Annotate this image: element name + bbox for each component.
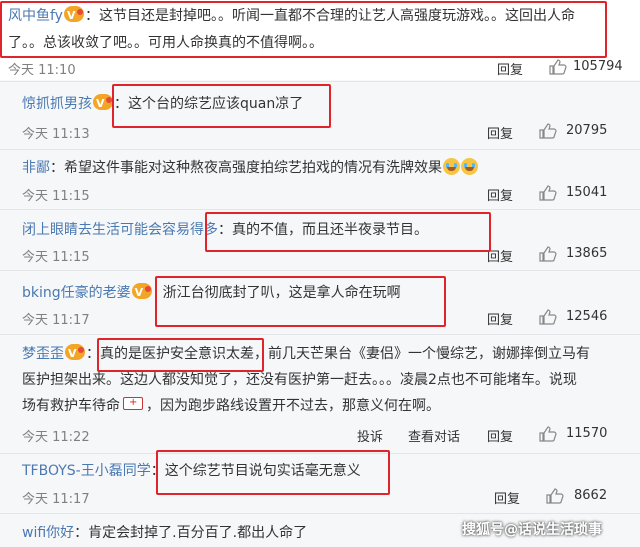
comment-time: 今天 11:17 <box>22 492 90 507</box>
reply-button[interactable]: 回复 <box>487 123 513 142</box>
comment-list: 风中鱼fy：这节目还是封掉吧。。听闻一直都不合理的让艺人高强度玩游戏。。这回出人… <box>0 0 640 547</box>
comment-time: 今天 11:15 <box>22 189 90 204</box>
like-thumb-icon[interactable] <box>539 426 557 442</box>
like-count: 15041 <box>566 185 608 200</box>
username-link[interactable]: 梦歪歪 <box>22 346 64 362</box>
like-thumb-icon[interactable] <box>549 59 567 75</box>
highlight-box <box>205 212 491 252</box>
comment-time: 今天 11:13 <box>22 127 90 142</box>
reply-button[interactable]: 回复 <box>487 426 513 445</box>
like-thumb-icon[interactable] <box>539 185 557 201</box>
like-count: 20795 <box>566 123 608 138</box>
comment-time: 今天 11:15 <box>22 250 90 265</box>
highlight-box <box>97 338 264 372</box>
like-count: 12546 <box>566 309 608 324</box>
highlight-box <box>0 1 607 58</box>
like-count: 105794 <box>573 59 623 74</box>
comment-time: 今天 11:22 <box>22 430 90 445</box>
like-count: 8662 <box>574 488 608 503</box>
vip-badge-icon <box>131 283 152 303</box>
comment-item: 非鄙：希望这件事能对这种熬夜高强度拍综艺拍戏的情况有洗牌效果 今天 11:15 … <box>0 150 640 206</box>
username-link[interactable]: wifi你好 <box>22 525 74 541</box>
comment-text-line: 非鄙：希望这件事能对这种熬夜高强度拍综艺拍戏的情况有洗牌效果 <box>22 158 478 178</box>
report-button[interactable]: 投诉 <box>357 426 383 445</box>
ambulance-icon: + <box>123 397 143 410</box>
view-conversation-button[interactable]: 查看对话 <box>408 426 460 445</box>
reply-button[interactable]: 回复 <box>487 185 513 204</box>
comment-text-line: wifi你好：肯定会封掉了.百分百了.都出人命了 <box>22 525 308 541</box>
comment-item: 梦歪歪：真的是医护安全意识太差，前几天芒果台《妻侣》一个慢综艺，谢娜摔倒立马有 … <box>0 335 640 451</box>
reply-button[interactable]: 回复 <box>487 309 513 328</box>
username-link[interactable]: bking任豪的老婆 <box>22 285 131 301</box>
like-thumb-icon[interactable] <box>539 309 557 325</box>
username-link[interactable]: 闭上眼睛去生活可能会容易得多 <box>22 222 218 238</box>
like-thumb-icon[interactable] <box>539 123 557 139</box>
highlight-box <box>156 450 390 495</box>
like-thumb-icon[interactable] <box>539 246 557 262</box>
username-link[interactable]: 惊抓抓男孩 <box>22 96 92 112</box>
crying-face-icon <box>443 158 460 175</box>
reply-button[interactable]: 回复 <box>497 59 523 78</box>
highlight-box <box>112 84 331 128</box>
like-count: 13865 <box>566 246 608 261</box>
watermark: 搜狐号@话说生活琐事 <box>462 522 602 538</box>
username-link[interactable]: TFBOYS-王小磊同学 <box>22 463 151 479</box>
crying-face-icon <box>461 158 478 175</box>
like-thumb-icon[interactable] <box>546 488 564 504</box>
highlight-box <box>155 276 446 327</box>
like-count: 11570 <box>566 426 608 441</box>
comment-text-line: 医护担架出来。这边人都没知觉了，还没有医护第一赶去。。。凌晨2点也不可能堵车。说… <box>22 372 577 388</box>
comment-time: 今天 11:10 <box>8 63 76 78</box>
vip-badge-icon <box>65 344 85 364</box>
comment-time: 今天 11:17 <box>22 313 90 328</box>
comment-text-line: 场有救护车待命 + ，因为跑步路线设置开不过去，那意义何在啊。 <box>22 397 440 414</box>
vip-badge-icon <box>93 94 113 114</box>
username-link[interactable]: 非鄙 <box>22 160 50 176</box>
reply-button[interactable]: 回复 <box>494 488 520 507</box>
